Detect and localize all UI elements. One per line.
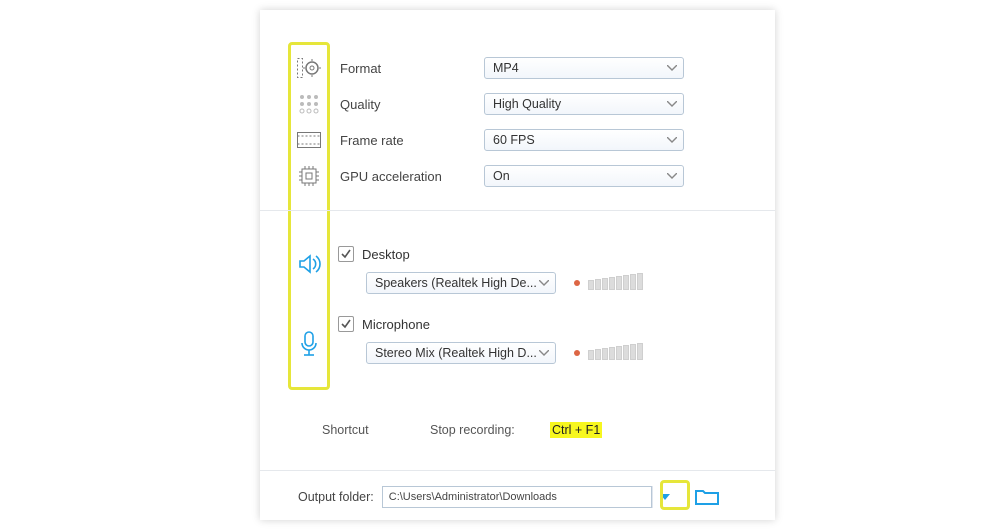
speaker-icon[interactable] xyxy=(294,246,324,282)
desktop-device-value: Speakers (Realtek High De... xyxy=(375,276,537,290)
microphone-device-dropdown[interactable]: Stereo Mix (Realtek High D... xyxy=(366,342,556,364)
microphone-icon[interactable] xyxy=(294,326,324,362)
stop-recording-label: Stop recording: xyxy=(430,423,550,437)
chevron-down-icon xyxy=(667,65,677,71)
quality-dropdown-value: High Quality xyxy=(493,97,561,111)
divider xyxy=(260,470,775,471)
chevron-down-icon xyxy=(667,101,677,107)
quality-dropdown[interactable]: High Quality xyxy=(484,93,684,115)
frame-rate-label: Frame rate xyxy=(340,133,484,148)
desktop-device-dropdown[interactable]: Speakers (Realtek High De... xyxy=(366,272,556,294)
chevron-down-icon xyxy=(667,137,677,143)
shortcut-row: Shortcut Stop recording: Ctrl + F1 xyxy=(322,422,602,438)
output-folder-dropdown-button[interactable] xyxy=(652,486,677,508)
output-folder-row: Output folder: C:\Users\Administrator\Do… xyxy=(298,486,755,508)
gpu-label: GPU acceleration xyxy=(340,169,484,184)
browse-folder-button[interactable] xyxy=(695,488,719,506)
video-settings-icon[interactable] xyxy=(294,50,324,86)
output-folder-path-field[interactable]: C:\Users\Administrator\Downloads xyxy=(382,486,652,508)
row-format: Format MP4 xyxy=(340,50,755,86)
row-quality: Quality High Quality xyxy=(340,86,755,122)
desktop-audio-label: Desktop xyxy=(356,247,410,262)
desktop-audio-row: Desktop xyxy=(338,242,755,266)
chevron-down-icon xyxy=(539,350,549,356)
chevron-down-icon xyxy=(539,280,549,286)
audio-section: Desktop Speakers (Realtek High De... Mic… xyxy=(338,242,755,382)
output-folder-label: Output folder: xyxy=(298,490,374,504)
format-label: Format xyxy=(340,61,484,76)
output-folder-path-value: C:\Users\Administrator\Downloads xyxy=(389,491,557,503)
microphone-level-meter xyxy=(574,346,643,360)
format-dropdown[interactable]: MP4 xyxy=(484,57,684,79)
microphone-audio-checkbox[interactable] xyxy=(338,316,354,332)
gpu-chip-icon[interactable] xyxy=(294,158,324,194)
gpu-dropdown[interactable]: On xyxy=(484,165,684,187)
chevron-down-icon xyxy=(667,173,677,179)
frame-rate-dropdown[interactable]: 60 FPS xyxy=(484,129,684,151)
microphone-audio-row: Microphone xyxy=(338,312,755,336)
microphone-device-value: Stereo Mix (Realtek High D... xyxy=(375,346,537,360)
settings-panel: Format MP4 Quality High Quality Frame ra… xyxy=(260,10,775,520)
frame-rate-icon[interactable] xyxy=(294,122,324,158)
record-indicator-icon xyxy=(574,280,580,286)
gpu-dropdown-value: On xyxy=(493,169,510,183)
quality-dots-icon[interactable] xyxy=(294,86,324,122)
folder-icon xyxy=(695,488,719,506)
row-frame-rate: Frame rate 60 FPS xyxy=(340,122,755,158)
shortcut-section-label: Shortcut xyxy=(322,423,430,437)
row-gpu-acceleration: GPU acceleration On xyxy=(340,158,755,194)
stop-recording-hotkey[interactable]: Ctrl + F1 xyxy=(550,422,602,438)
divider xyxy=(260,210,775,211)
desktop-audio-checkbox[interactable] xyxy=(338,246,354,262)
frame-rate-dropdown-value: 60 FPS xyxy=(493,133,535,147)
microphone-audio-label: Microphone xyxy=(356,317,430,332)
record-indicator-icon xyxy=(574,350,580,356)
desktop-level-meter xyxy=(574,276,643,290)
format-dropdown-value: MP4 xyxy=(493,61,519,75)
sidebar-icon-column xyxy=(294,50,324,362)
quality-label: Quality xyxy=(340,97,484,112)
